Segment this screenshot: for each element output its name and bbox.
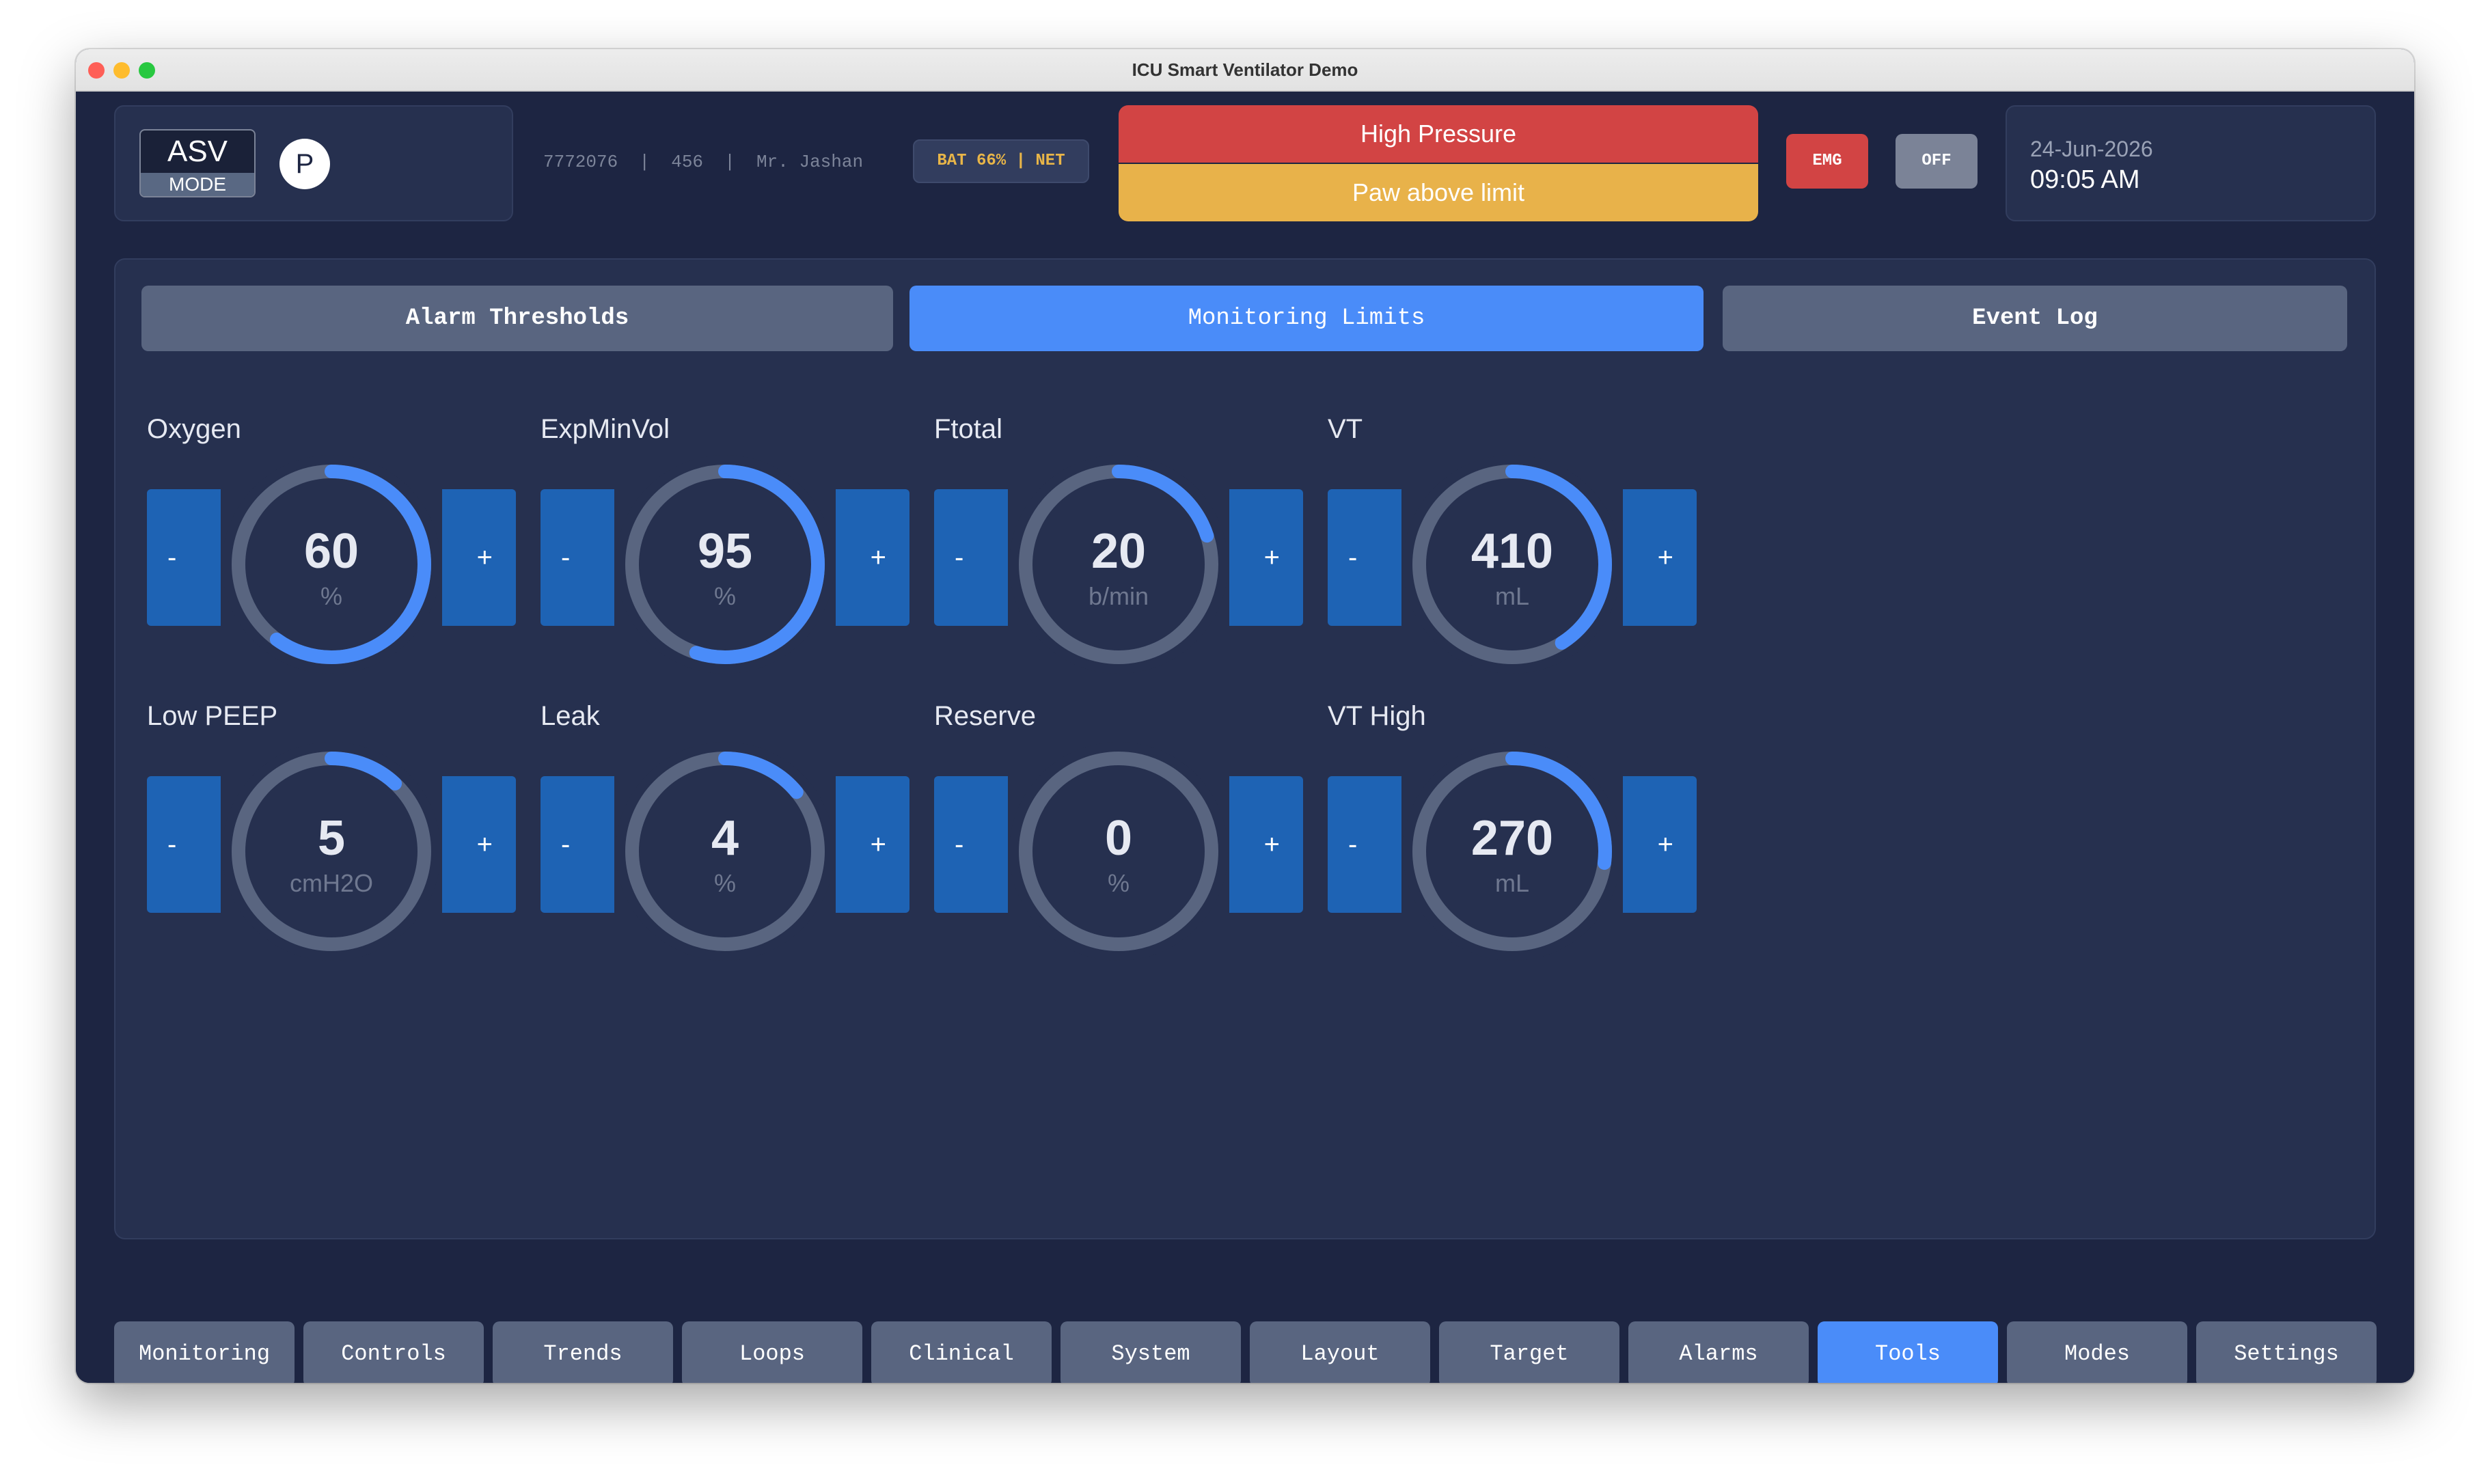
alarm-banner[interactable]: High Pressure Paw above limit [1119,105,1758,221]
gauge-unit: % [713,869,736,897]
gauge-dial[interactable]: 20 b/min [1009,455,1228,674]
mode-panel: ASV MODE P [114,105,513,221]
gauge-value: 20 [1091,524,1147,579]
gauge-dial[interactable]: 5 cmH2O [222,742,441,961]
emergency-button[interactable]: EMG [1786,134,1868,189]
gauge-card: Leak - +4% [541,701,909,974]
decrement-button[interactable]: - [147,489,221,626]
gauge-unit: cmH2O [289,869,373,897]
gauge-unit: b/min [1088,582,1149,610]
gauge-value: 95 [697,524,753,579]
gauge-label: VT High [1328,701,1426,731]
gauge-card: VT High - +270 mL [1328,701,1697,974]
gauge-label: Leak [541,701,600,731]
gauge-unit: % [320,582,342,610]
gauge-label: Low PEEP [147,701,278,731]
gauge-unit: mL [1494,869,1529,897]
gauge-card: VT - +410 mL [1328,414,1697,687]
tab-alarm-thresholds[interactable]: Alarm Thresholds [141,286,893,351]
gauge-card: Ftotal - +20 b/min [934,414,1303,687]
tab-event-log[interactable]: Event Log [1723,286,2347,351]
alarm-primary[interactable]: High Pressure [1119,105,1758,163]
nav-loops-button[interactable]: Loops [682,1321,862,1383]
decrement-button[interactable]: - [934,776,1008,913]
nav-system-button[interactable]: System [1061,1321,1241,1383]
increment-button[interactable]: + [1229,489,1303,626]
gauge-value: 0 [1104,811,1133,866]
gauge-card: Reserve - +0% [934,701,1303,974]
patient-info: 7772076 | 456 | Mr. Jashan [543,152,864,172]
increment-button[interactable]: + [442,489,516,626]
nav-modes-button[interactable]: Modes [2007,1321,2187,1383]
decrement-button[interactable]: - [1328,489,1401,626]
off-button[interactable]: OFF [1896,134,1978,189]
gauge-dial[interactable]: 95% [616,455,834,674]
app-window: ICU Smart Ventilator Demo ASV MODE P 777… [76,49,2414,1383]
mode-label: MODE [141,173,254,196]
nav-clinical-button[interactable]: Clinical [871,1321,1052,1383]
gauge-value: 5 [317,811,346,866]
nav-controls-button[interactable]: Controls [303,1321,484,1383]
gauge-label: ExpMinVol [541,414,670,444]
gauge-unit: % [713,582,736,610]
gauge-dial[interactable]: 410 mL [1403,455,1622,674]
gauge-card: Low PEEP - +5 cmH2O [147,701,516,974]
nav-tools-button[interactable]: Tools [1818,1321,1998,1383]
gauge-label: VT [1328,414,1363,444]
title-bar: ICU Smart Ventilator Demo [76,49,2414,92]
nav-settings-button[interactable]: Settings [2196,1321,2377,1383]
decrement-button[interactable]: - [934,489,1008,626]
gauge-card: Oxygen - +60% [147,414,516,687]
window-title: ICU Smart Ventilator Demo [1132,59,1358,80]
time-text: 09:05 AM [2030,165,2140,194]
decrement-button[interactable]: - [147,776,221,913]
nav-alarms-button[interactable]: Alarms [1628,1321,1809,1383]
decrement-button[interactable]: - [541,776,614,913]
gauge-value: 4 [711,811,739,866]
gauge-dial[interactable]: 0% [1009,742,1228,961]
increment-button[interactable]: + [1623,489,1697,626]
gauge-unit: mL [1494,582,1529,610]
gauge-value: 60 [303,524,359,579]
nav-layout-button[interactable]: Layout [1250,1321,1430,1383]
nav-trends-button[interactable]: Trends [493,1321,673,1383]
mode-selector[interactable]: ASV MODE [139,129,256,197]
datetime-panel: 24-Jun-2026 09:05 AM [2006,105,2376,221]
gauge-card: ExpMinVol - +95% [541,414,909,687]
nav-monitoring-button[interactable]: Monitoring [114,1321,295,1383]
ventilator-app: ASV MODE P 7772076 | 456 | Mr. Jashan BA… [76,92,2414,1383]
patient-type-badge[interactable]: P [279,139,330,189]
main-panel: Alarm Thresholds Monitoring Limits Event… [114,258,2376,1239]
gauge-value: 270 [1470,811,1554,866]
battery-network-status: BAT 66% | NET [913,139,1089,183]
gauge-value: 410 [1470,524,1554,579]
alarm-secondary[interactable]: Paw above limit [1119,164,1758,221]
increment-button[interactable]: + [836,489,909,626]
gauge-unit: % [1107,869,1130,897]
increment-button[interactable]: + [1229,776,1303,913]
increment-button[interactable]: + [836,776,909,913]
gauge-dial[interactable]: 60% [222,455,441,674]
gauge-label: Ftotal [934,414,1003,444]
mode-name: ASV [167,135,228,168]
gauge-label: Oxygen [147,414,241,444]
decrement-button[interactable]: - [541,489,614,626]
date-text: 24-Jun-2026 [2030,137,2153,161]
decrement-button[interactable]: - [1328,776,1401,913]
gauge-dial[interactable]: 4% [616,742,834,961]
increment-button[interactable]: + [442,776,516,913]
increment-button[interactable]: + [1623,776,1697,913]
gauge-dial[interactable]: 270 mL [1403,742,1622,961]
gauge-label: Reserve [934,701,1036,731]
nav-target-button[interactable]: Target [1439,1321,1619,1383]
tab-monitoring-limits[interactable]: Monitoring Limits [909,286,1704,351]
